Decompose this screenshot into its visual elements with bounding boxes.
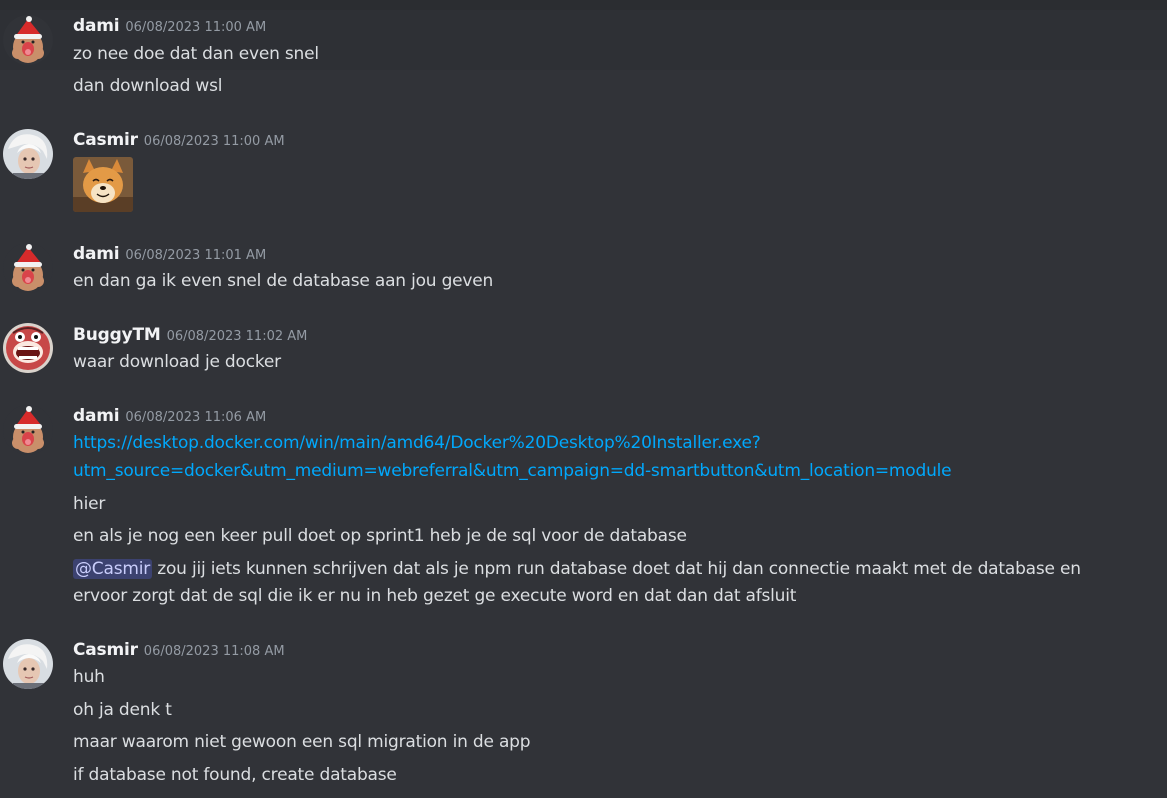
- avatar-casmir[interactable]: [3, 639, 53, 689]
- author-name[interactable]: Casmir: [73, 640, 138, 660]
- message-text: zo nee doe dat dan even snel: [73, 44, 319, 64]
- user-mention[interactable]: @Casmir: [73, 559, 153, 579]
- chat-message-list[interactable]: dami 06/08/2023 11:00 AM zo nee doe dat d…: [0, 0, 1167, 798]
- docker-download-link[interactable]: https://desktop.docker.com/win/main/amd6…: [73, 430, 761, 456]
- avatar-dami[interactable]: [3, 243, 53, 293]
- avatar-dami[interactable]: [3, 15, 53, 65]
- message-header: BuggyTM 06/08/2023 11:02 AM: [73, 325, 307, 345]
- avatar-casmir[interactable]: [3, 129, 53, 179]
- avatar-dami[interactable]: [3, 405, 53, 455]
- author-name[interactable]: Casmir: [73, 130, 138, 150]
- author-name[interactable]: dami: [73, 244, 120, 264]
- author-name[interactable]: BuggyTM: [73, 325, 161, 345]
- message-header: dami 06/08/2023 11:00 AM: [73, 16, 266, 36]
- message-text: zou jij iets kunnen schrijven dat als je…: [152, 559, 1081, 579]
- timestamp[interactable]: 06/08/2023 11:08 AM: [144, 644, 285, 659]
- message-header: dami 06/08/2023 11:01 AM: [73, 244, 266, 264]
- message-header: dami 06/08/2023 11:06 AM: [73, 406, 266, 426]
- timestamp[interactable]: 06/08/2023 11:00 AM: [125, 20, 266, 35]
- docker-download-link[interactable]: utm_source=docker&utm_medium=webreferral…: [73, 458, 952, 484]
- message-text: en als je nog een keer pull doet op spri…: [73, 526, 687, 546]
- timestamp[interactable]: 06/08/2023 11:01 AM: [125, 248, 266, 263]
- shiba-doge-sticker[interactable]: [73, 157, 133, 212]
- avatar-buggytm[interactable]: [3, 323, 53, 373]
- timestamp[interactable]: 06/08/2023 11:00 AM: [144, 134, 285, 149]
- message-text: hier: [73, 494, 106, 514]
- message-text-with-mention: @Casmir zou jij iets kunnen schrijven da…: [73, 556, 1081, 582]
- message-text: oh ja denk t: [73, 700, 172, 720]
- author-name[interactable]: dami: [73, 406, 120, 426]
- message-text: waar download je docker: [73, 352, 281, 372]
- message-text: ervoor zorgt dat de sql die ik er nu in …: [73, 586, 797, 606]
- timestamp[interactable]: 06/08/2023 11:02 AM: [167, 329, 308, 344]
- message-text: huh: [73, 667, 105, 687]
- message-text: maar waarom niet gewoon een sql migratio…: [73, 732, 531, 752]
- message-header: Casmir 06/08/2023 11:00 AM: [73, 130, 285, 150]
- message-text: en dan ga ik even snel de database aan j…: [73, 271, 494, 291]
- message-text: if database not found, create database: [73, 765, 397, 785]
- top-divider: [0, 0, 1167, 10]
- message-text: dan download wsl: [73, 76, 223, 96]
- timestamp[interactable]: 06/08/2023 11:06 AM: [125, 410, 266, 425]
- message-header: Casmir 06/08/2023 11:08 AM: [73, 640, 285, 660]
- author-name[interactable]: dami: [73, 16, 120, 36]
